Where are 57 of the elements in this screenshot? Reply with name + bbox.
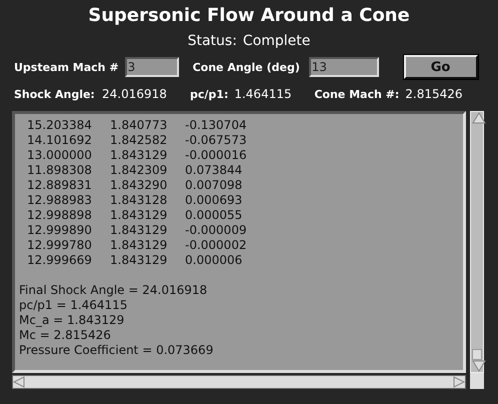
output-value: 1.842582 <box>110 133 168 148</box>
output-value: 0.000693 <box>185 193 244 208</box>
status-label: Status: <box>188 32 237 51</box>
output-value: 0.000055 <box>185 208 244 223</box>
input-field[interactable]: 3 <box>124 57 179 77</box>
output-value: 1.843290 <box>110 178 168 193</box>
output-value: 1.843129 <box>110 253 168 268</box>
summary-line: Mc_a = 1.843129 <box>19 313 126 328</box>
vertical-scrollbar[interactable] <box>470 111 484 373</box>
go-button[interactable]: Go <box>404 55 478 79</box>
scroll-down-icon[interactable] <box>471 360 487 372</box>
output-value: -0.067573 <box>185 133 248 148</box>
output-value: 0.007098 <box>185 178 244 193</box>
output-value: 12.999890 <box>27 223 93 238</box>
output-value: 12.988983 <box>27 193 93 208</box>
result-label: Shock Angle: <box>14 88 96 100</box>
output-value: -0.130704 <box>185 118 248 133</box>
input-label: Cone Angle (deg) <box>192 60 301 74</box>
scroll-up-icon[interactable] <box>471 112 487 124</box>
output-value: 1.843128 <box>110 193 168 208</box>
result-label: Cone Mach #: <box>314 88 400 100</box>
output-value: 1.843129 <box>110 238 168 253</box>
result-value: 1.464115 <box>234 87 293 101</box>
output-value: 1.843129 <box>110 148 168 163</box>
output-value: 13.000000 <box>27 148 93 163</box>
input-label: Upsteam Mach # <box>14 60 119 74</box>
output-value: 1.842309 <box>110 163 168 178</box>
output-value: 14.101692 <box>27 133 93 148</box>
summary-line: Final Shock Angle = 24.016918 <box>19 283 208 298</box>
output-value: 1.840773 <box>110 118 168 133</box>
horizontal-scrollbar[interactable] <box>12 375 466 389</box>
summary-line: pc/p1 = 1.464115 <box>19 298 128 313</box>
output-value: 12.999780 <box>27 238 93 253</box>
output-value: 12.889831 <box>27 178 93 193</box>
output-value: 15.203384 <box>27 118 93 133</box>
output-value: 0.000006 <box>185 253 244 268</box>
result-label: pc/p1: <box>190 88 228 100</box>
scroll-right-icon[interactable] <box>453 376 465 388</box>
output-value: -0.000016 <box>185 148 248 163</box>
output-value: 0.073844 <box>185 163 244 178</box>
summary-line: Mc = 2.815426 <box>19 328 112 343</box>
result-value: 2.815426 <box>405 87 464 101</box>
scroll-thumb[interactable] <box>472 349 482 360</box>
output-value: -0.000002 <box>185 238 248 253</box>
result-value: 24.016918 <box>102 87 168 101</box>
output-value: 11.898308 <box>27 163 93 178</box>
status-value: Complete <box>242 32 310 51</box>
output-value: 12.999669 <box>27 253 93 268</box>
app-title: Supersonic Flow Around a Cone <box>87 4 411 28</box>
output-value: 1.843129 <box>110 223 168 238</box>
output-value: 1.843129 <box>110 208 168 223</box>
input-field[interactable]: 13 <box>308 57 379 77</box>
scrollbar-corner <box>470 373 484 389</box>
output-value: -0.000009 <box>185 223 248 238</box>
scroll-left-icon[interactable] <box>13 376 25 388</box>
summary-line: Pressure Coefficient = 0.073669 <box>19 343 214 358</box>
output-value: 12.998898 <box>27 208 93 223</box>
